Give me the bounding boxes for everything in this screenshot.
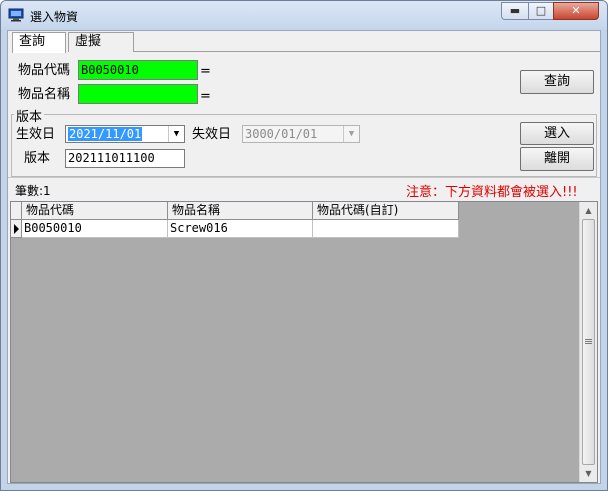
- scroll-up-icon[interactable]: ▲: [580, 202, 597, 219]
- expiry-date-value: 3000/01/01: [245, 127, 318, 141]
- chevron-down-icon: ▼: [343, 126, 359, 142]
- row-indicator[interactable]: [11, 220, 22, 238]
- title-bar[interactable]: 選入物資 ▬ □ ✕: [1, 1, 607, 29]
- grip-line: [585, 339, 592, 340]
- effective-date-value: 2021/11/01: [68, 127, 143, 141]
- chevron-down-icon[interactable]: ▼: [168, 126, 184, 142]
- grid-corner: [11, 202, 22, 220]
- tab-virtual[interactable]: 虛擬: [68, 32, 134, 52]
- warning-text: 注意：下方資料都會被選入!!!: [406, 185, 578, 200]
- dialog-body: 查詢 虛擬 物品代碼 B0050010 = 物品名稱 = 查詢 版本 生效日 2…: [7, 30, 601, 484]
- expiry-date-select: 3000/01/01 ▼: [242, 125, 360, 143]
- grip-line: [585, 343, 592, 344]
- maximize-button[interactable]: □: [528, 2, 554, 20]
- grid-body: 物品代碼 物品名稱 物品代碼(自訂) B0050010 Screw016: [11, 202, 579, 482]
- main-window: 選入物資 ▬ □ ✕ 查詢 虛擬 物品代碼 B0050010 = 物品名稱 = …: [0, 0, 608, 491]
- column-header-item-name[interactable]: 物品名稱: [168, 202, 313, 220]
- item-code-input[interactable]: B0050010: [78, 60, 198, 80]
- tab-query[interactable]: 查詢: [12, 32, 66, 53]
- divider: [8, 177, 600, 178]
- exit-button[interactable]: 離開: [520, 147, 594, 171]
- scroll-thumb[interactable]: [582, 219, 595, 465]
- minimize-button[interactable]: ▬: [501, 2, 529, 20]
- grip-line: [585, 341, 592, 342]
- item-name-label: 物品名稱: [18, 87, 71, 102]
- scroll-down-icon[interactable]: ▼: [580, 465, 597, 482]
- table-cell-item-name[interactable]: Screw016: [168, 220, 313, 238]
- expiry-date-label: 失效日: [192, 127, 232, 142]
- item-name-input[interactable]: [78, 84, 198, 104]
- tab-divider: [134, 51, 600, 52]
- triangle-right-icon: [14, 224, 19, 234]
- search-button[interactable]: 查詢: [520, 70, 594, 94]
- item-code-label: 物品代碼: [18, 63, 71, 78]
- effective-date-label: 生效日: [16, 127, 56, 142]
- vertical-scrollbar[interactable]: ▲ ▼: [579, 202, 597, 482]
- item-code-operator: =: [200, 64, 211, 79]
- table-cell-item-code[interactable]: B0050010: [22, 220, 168, 238]
- table-cell-custom-code[interactable]: [313, 220, 459, 238]
- computer-icon: [8, 8, 24, 22]
- effective-date-select[interactable]: 2021/11/01 ▼: [65, 125, 185, 143]
- column-header-item-code[interactable]: 物品代碼: [22, 202, 168, 220]
- select-button[interactable]: 選入: [520, 122, 594, 145]
- window-title: 選入物資: [30, 10, 79, 24]
- version-input[interactable]: 202111011100: [65, 149, 185, 168]
- column-header-custom-code[interactable]: 物品代碼(自訂): [313, 202, 459, 220]
- version-label: 版本: [24, 151, 51, 166]
- close-button[interactable]: ✕: [553, 2, 599, 20]
- item-name-operator: =: [200, 89, 211, 104]
- record-count: 筆數:1: [15, 184, 51, 198]
- items-grid[interactable]: 物品代碼 物品名稱 物品代碼(自訂) B0050010 Screw016 ▲ ▼: [10, 201, 598, 483]
